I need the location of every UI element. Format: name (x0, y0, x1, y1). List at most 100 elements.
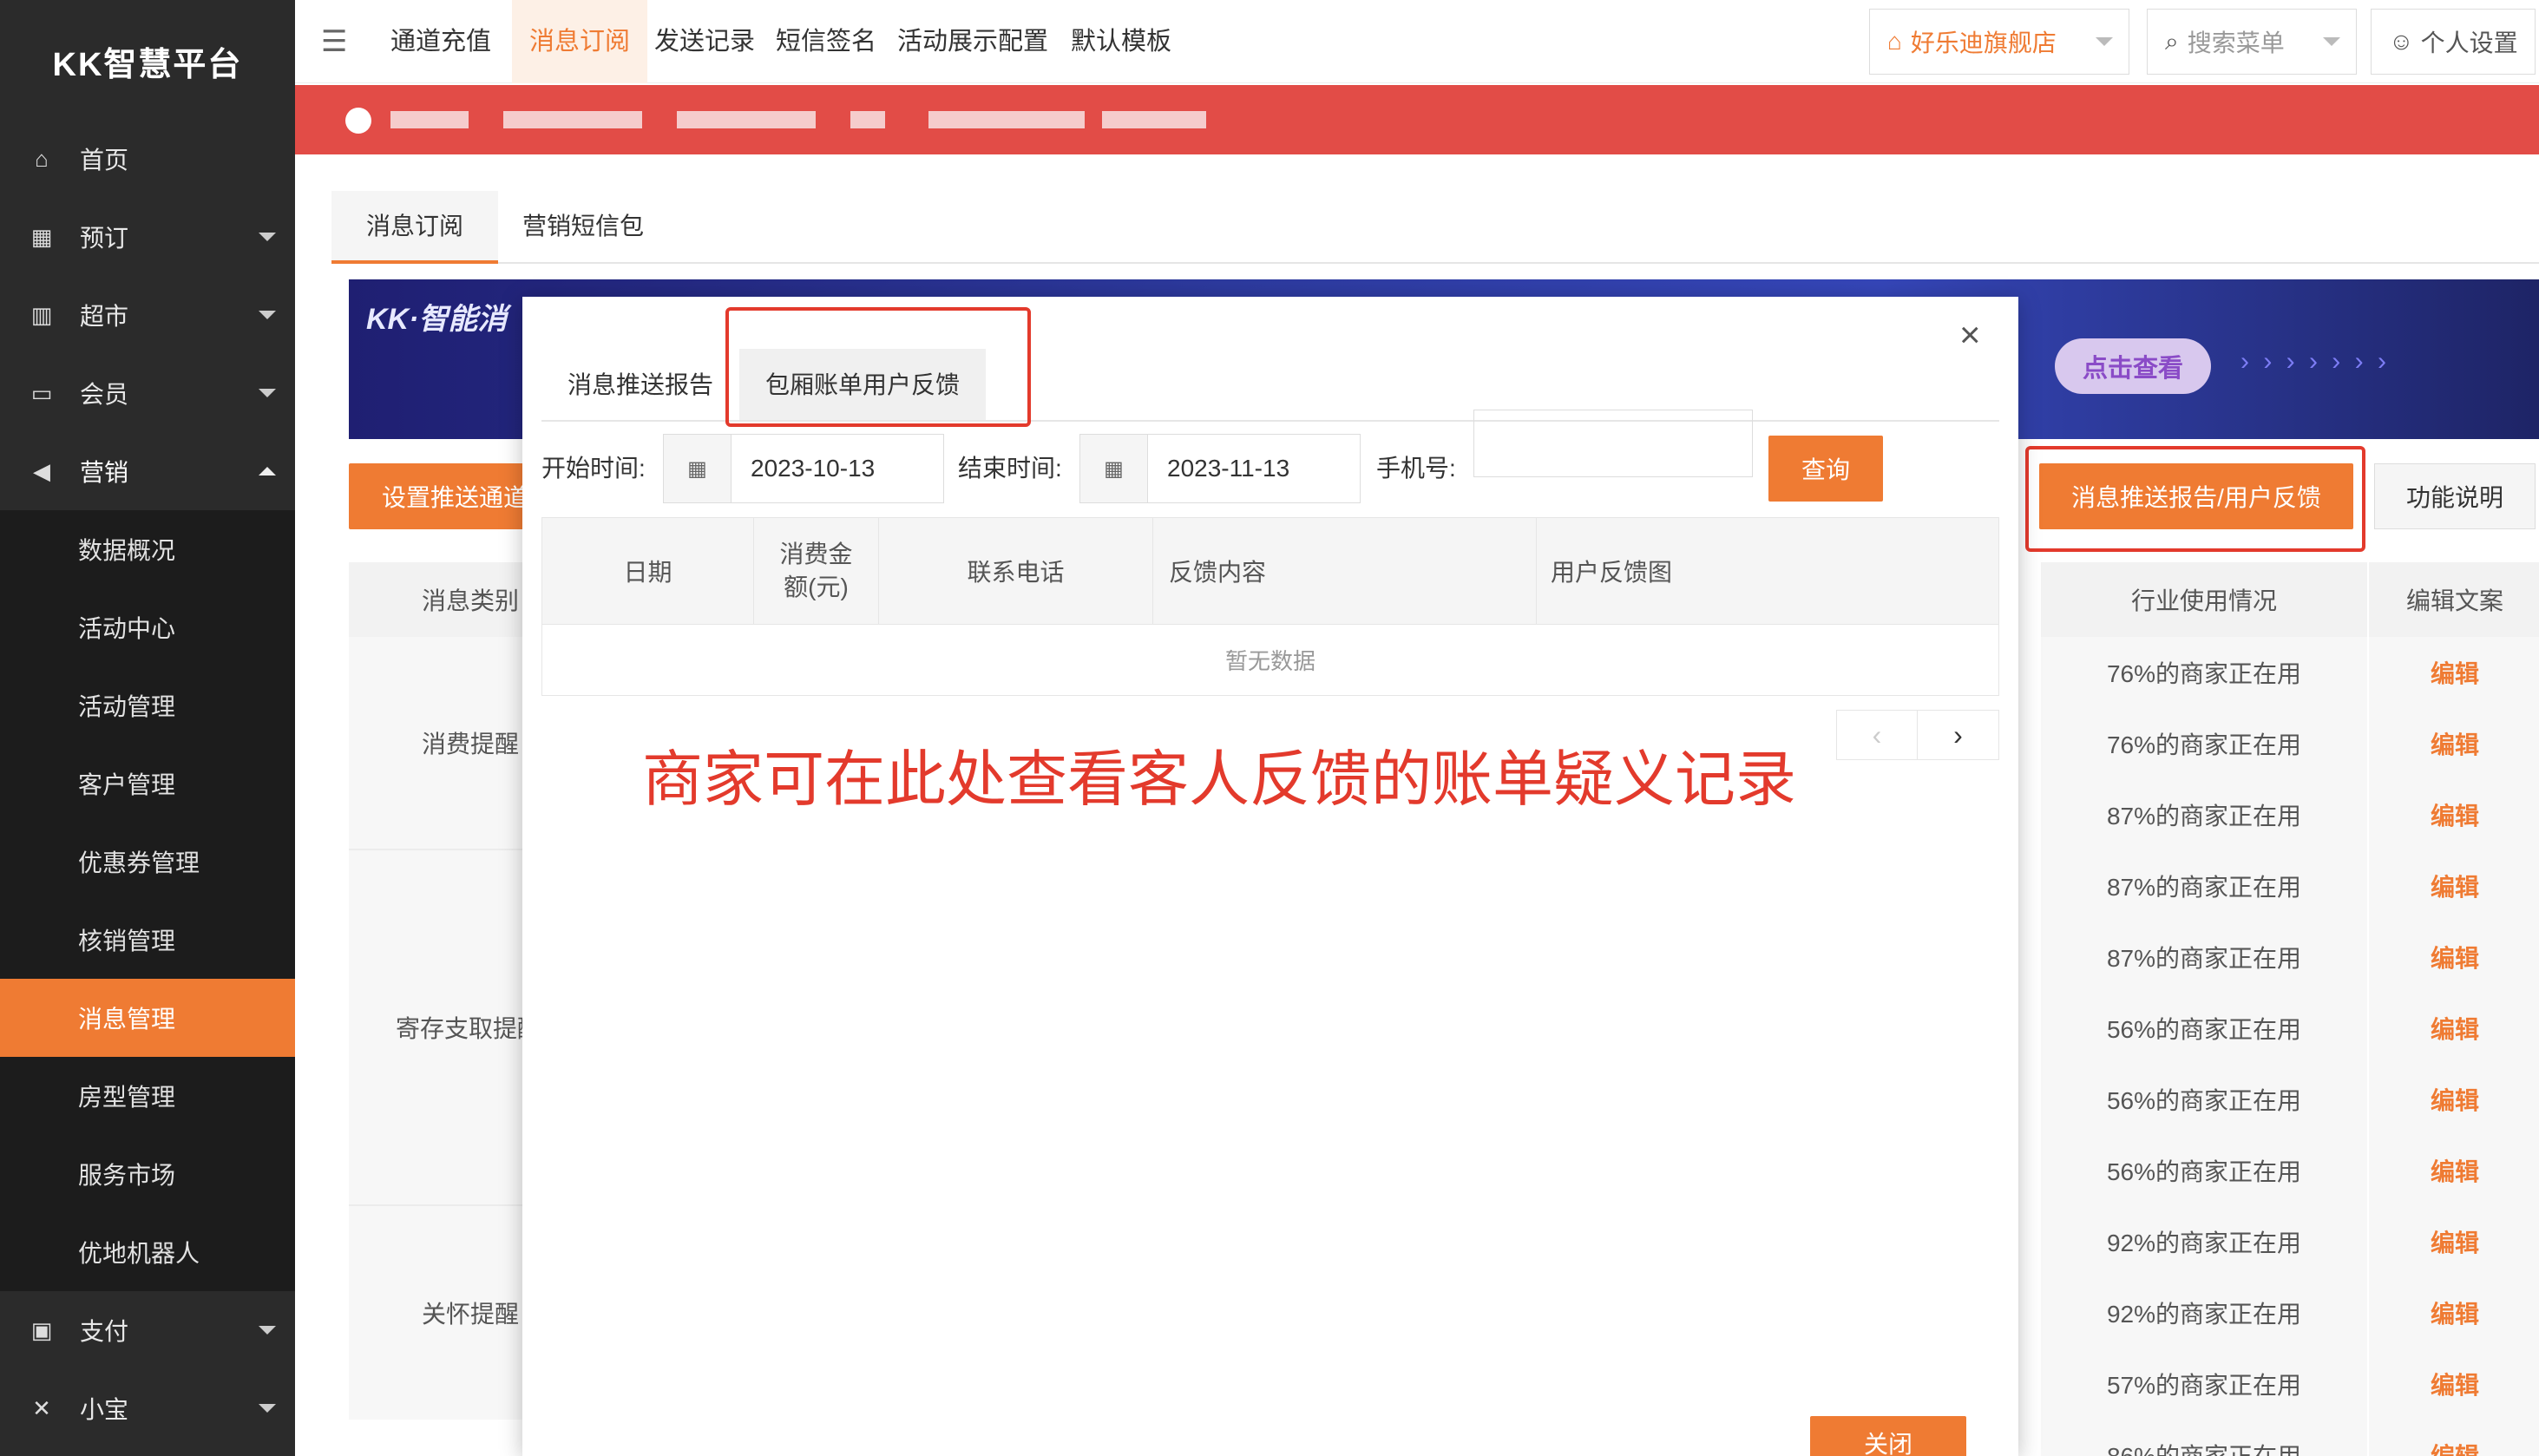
sidebar-item-market[interactable]: ▥ 超市 (0, 276, 295, 354)
redacted-text (850, 111, 885, 128)
basket-icon: ▥ (30, 301, 53, 328)
alert-banner (295, 85, 2539, 154)
next-page-button[interactable]: › (1918, 711, 1998, 759)
chevron-down-icon (259, 233, 276, 241)
close-icon[interactable]: × (1959, 314, 1981, 356)
chevron-down-icon (2323, 37, 2340, 46)
header-usage: 行业使用情况 (2041, 562, 2367, 637)
modal-tab-push-report[interactable]: 消息推送报告 (541, 349, 739, 422)
edit-link[interactable]: 编辑 (2367, 993, 2539, 1064)
search-menu-input[interactable]: ⌕ 搜索菜单 (2147, 9, 2357, 75)
end-date-value: 2023-11-13 (1167, 455, 1290, 482)
edit-link[interactable]: 编辑 (2367, 637, 2539, 708)
store-name: 好乐迪旗舰店 (1910, 30, 2057, 56)
edit-link[interactable]: 编辑 (2367, 1420, 2539, 1456)
usage-cell: 56%的商家正在用 (2041, 1064, 2367, 1135)
edit-link[interactable]: 编辑 (2367, 1064, 2539, 1135)
sidebar-sub-verify-manage[interactable]: 核销管理 (0, 901, 295, 979)
sidebar-item-member[interactable]: ▭ 会员 (0, 354, 295, 432)
menu-toggle-icon[interactable]: ☰ (321, 24, 347, 59)
close-button[interactable]: 关闭 (1810, 1416, 1966, 1456)
feature-help-button[interactable]: 功能说明 (2374, 463, 2536, 529)
sidebar-sub-coupon-manage[interactable]: 优惠券管理 (0, 823, 295, 901)
topnav-send-log[interactable]: 发送记录 (637, 0, 772, 83)
usage-cell: 87%的商家正在用 (2041, 850, 2367, 921)
sidebar-item-label: 首页 (80, 147, 129, 174)
tab-message-subscribe[interactable]: 消息订阅 (331, 191, 499, 264)
banner-title: KK·智能消 (366, 303, 508, 336)
table-row: 76%的商家正在用 编辑 (2041, 708, 2539, 779)
sidebar-item-xiaobao[interactable]: ✕ 小宝 (0, 1369, 295, 1447)
end-date-picker[interactable]: ▦ 2023-11-13 (1079, 434, 1361, 503)
sidebar-sub-activity-manage[interactable]: 活动管理 (0, 666, 295, 744)
usage-cell: 76%的商家正在用 (2041, 708, 2367, 779)
sidebar-item-marketing[interactable]: ◀ 营销 (0, 432, 295, 510)
chevron-down-icon (259, 311, 276, 319)
store-selector[interactable]: ⌂ 好乐迪旗舰店 (1869, 9, 2129, 75)
banner-view-button[interactable]: 点击查看 (2055, 338, 2211, 394)
query-button[interactable]: 查询 (1768, 436, 1883, 502)
store-icon: ⌂ (1887, 28, 1902, 55)
profile-label: 个人设置 (2420, 30, 2518, 56)
sidebar-sub-service-market[interactable]: 服务市场 (0, 1135, 295, 1213)
table-row: 76%的商家正在用 编辑 (2041, 637, 2539, 708)
sidebar-sub-customer-manage[interactable]: 客户管理 (0, 744, 295, 823)
sidebar-sub-label: 优地机器人 (78, 1240, 200, 1267)
sidebar-sub-robot[interactable]: 优地机器人 (0, 1213, 295, 1291)
sidebar-sub-activity-center[interactable]: 活动中心 (0, 588, 295, 666)
calendar-icon: ▦ (30, 223, 53, 250)
edit-link[interactable]: 编辑 (2367, 779, 2539, 850)
edit-link[interactable]: 编辑 (2367, 921, 2539, 993)
sidebar-item-booking[interactable]: ▦ 预订 (0, 198, 295, 276)
topnav-default-template[interactable]: 默认模板 (1053, 0, 1189, 83)
sidebar-sub-label: 数据概况 (78, 537, 176, 564)
robot-icon: ✕ (32, 1394, 51, 1421)
sidebar-item-label: 超市 (80, 303, 129, 330)
edit-link[interactable]: 编辑 (2367, 1348, 2539, 1420)
banner-arrows: › › › › › › › (2240, 347, 2390, 376)
edit-link[interactable]: 编辑 (2367, 1135, 2539, 1206)
topnav-subscribe[interactable]: 消息订阅 (512, 0, 648, 83)
edit-link[interactable]: 编辑 (2367, 708, 2539, 779)
calendar-icon: ▦ (1080, 435, 1148, 502)
start-date-value: 2023-10-13 (751, 455, 876, 482)
chevron-down-icon (259, 389, 276, 397)
sidebar-sub-label: 核销管理 (78, 928, 176, 954)
profile-settings-button[interactable]: ☺ 个人设置 (2371, 9, 2536, 75)
edit-link[interactable]: 编辑 (2367, 1277, 2539, 1348)
col-phone: 联系电话 (879, 518, 1153, 624)
topnav-signature[interactable]: 短信签名 (758, 0, 894, 83)
annotation-text: 商家可在此处查看客人反馈的账单疑义记录 (642, 745, 1796, 813)
tab-sms-package[interactable]: 营销短信包 (488, 191, 679, 262)
usage-cell: 57%的商家正在用 (2041, 1348, 2367, 1420)
edit-link[interactable]: 编辑 (2367, 850, 2539, 921)
topnav-activity-config[interactable]: 活动展示配置 (880, 0, 1066, 83)
topnav-recharge[interactable]: 通道充值 (373, 0, 508, 83)
sidebar-sub-label: 消息管理 (78, 1006, 176, 1033)
sidebar-item-label: 营销 (80, 459, 129, 486)
sidebar-sub-data-overview[interactable]: 数据概况 (0, 510, 295, 588)
calendar-icon: ▦ (664, 435, 732, 502)
phone-input[interactable] (1473, 410, 1753, 477)
table-row: 56%的商家正在用 编辑 (2041, 1064, 2539, 1135)
start-date-picker[interactable]: ▦ 2023-10-13 (663, 434, 944, 503)
phone-label: 手机号: (1376, 455, 1456, 482)
empty-state: 暂无数据 (542, 624, 1998, 695)
brand-logo[interactable]: KK智慧平台 (0, 0, 295, 121)
prev-page-button[interactable]: ‹ (1837, 711, 1918, 759)
report-feedback-button[interactable]: 消息推送报告/用户反馈 (2039, 463, 2353, 529)
pagination: ‹ › (1836, 710, 1999, 760)
chevron-down-icon (259, 1404, 276, 1413)
sidebar-item-label: 小宝 (80, 1396, 129, 1423)
sidebar-sub-label: 优惠券管理 (78, 849, 200, 876)
sidebar-sub-message-manage[interactable]: 消息管理 (0, 979, 295, 1057)
money-icon: ▣ (30, 1316, 53, 1343)
usage-cell: 92%的商家正在用 (2041, 1277, 2367, 1348)
sidebar-sub-label: 服务市场 (78, 1162, 176, 1189)
sidebar-item-payment[interactable]: ▣ 支付 (0, 1291, 295, 1369)
table-row: 57%的商家正在用 编辑 (2041, 1348, 2539, 1420)
edit-link[interactable]: 编辑 (2367, 1206, 2539, 1277)
sidebar-sub-room-type[interactable]: 房型管理 (0, 1057, 295, 1135)
user-icon: ☺ (2389, 28, 2414, 55)
sidebar-item-home[interactable]: ⌂ 首页 (0, 120, 295, 198)
